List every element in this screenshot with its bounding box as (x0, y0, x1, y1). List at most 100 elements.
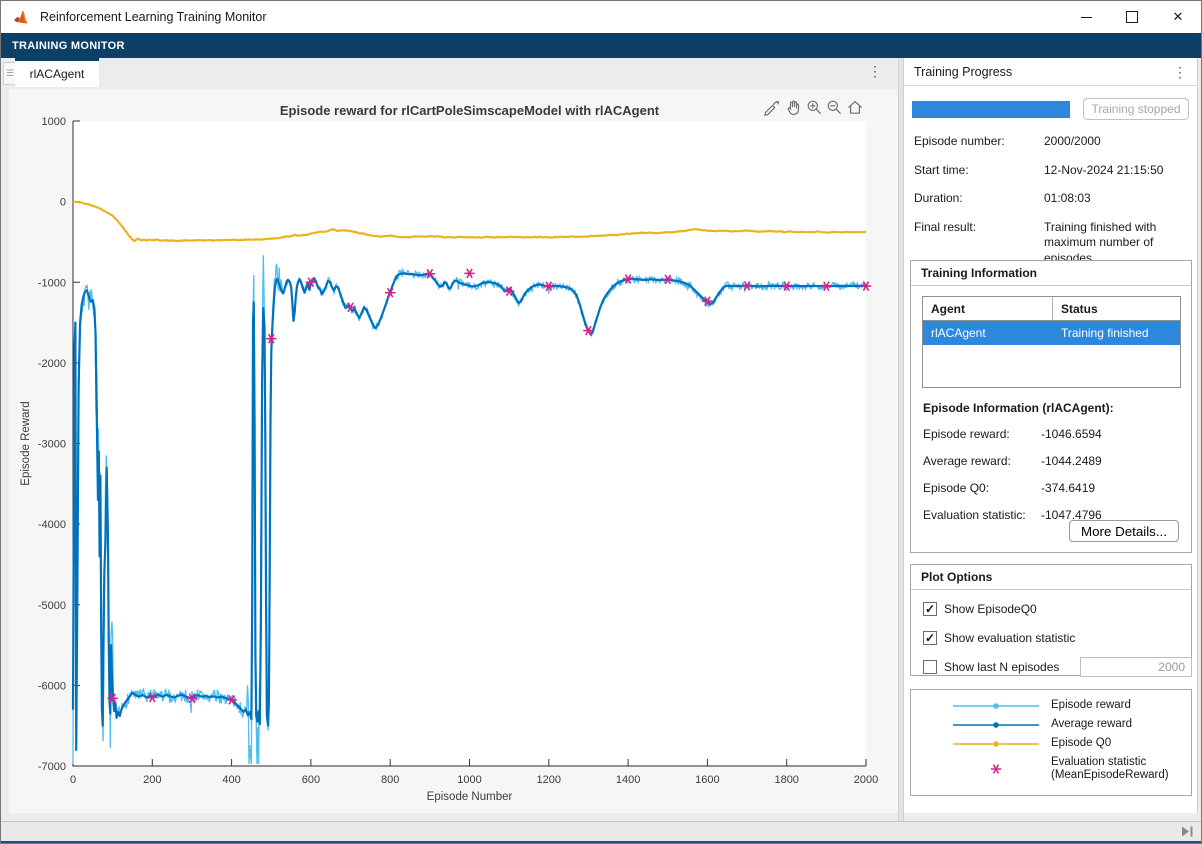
field-row: Episode number: 2000/2000 (914, 134, 1187, 150)
episode-q0-legend-marker (951, 737, 1043, 751)
y-axis-label: Episode Reward (20, 401, 32, 485)
field-value: 01:08:03 (1044, 191, 1187, 207)
show-episodeq0-checkbox[interactable]: ✓ (923, 602, 937, 616)
y-tick-label: -4000 (38, 519, 66, 531)
x-tick-label: 1400 (616, 774, 640, 786)
minimize-button[interactable] (1063, 1, 1109, 33)
field-label: Episode reward: (923, 427, 1041, 441)
x-tick-label: 1000 (457, 774, 481, 786)
progress-bar-fill (912, 101, 1070, 118)
home-icon[interactable] (849, 102, 861, 114)
average-reward-legend-marker (951, 718, 1043, 732)
episode-information-title: Episode Information (rlACAgent): (923, 401, 1114, 415)
legend-item: Episode Q0 (951, 737, 1191, 751)
field-label: Episode number: (914, 134, 1044, 150)
title-bar: Reinforcement Learning Training Monitor … (1, 1, 1201, 33)
pan-icon[interactable] (788, 101, 798, 114)
status-bar (1, 821, 1201, 841)
n-episodes-input[interactable] (1080, 657, 1192, 677)
y-tick-label: -7000 (38, 761, 66, 773)
plot-options-box: Plot Options ✓ Show EpisodeQ0 ✓ Show eva… (910, 564, 1192, 676)
maximize-button[interactable] (1109, 1, 1155, 33)
x-tick-label: 800 (381, 774, 399, 786)
show-last-n-episodes-checkbox[interactable] (923, 660, 937, 674)
option-row: ✓ Show EpisodeQ0 (923, 599, 1191, 619)
panel-header: Training Progress ⋮ (904, 58, 1197, 86)
minimize-icon (1081, 17, 1092, 18)
tab-rlacagent[interactable]: rlACAgent (15, 58, 99, 87)
y-tick-label: -2000 (38, 358, 66, 370)
x-tick-label: 0 (70, 774, 76, 786)
progress-bar (912, 101, 1070, 118)
legend-item: Episode reward (951, 699, 1191, 713)
y-tick-label: 0 (60, 197, 66, 209)
field-value: 12-Nov-2024 21:15:50 (1044, 163, 1187, 179)
field-label: Episode Q0: (923, 481, 1041, 495)
collapse-panel-icon[interactable] (1182, 826, 1194, 837)
x-tick-label: 600 (302, 774, 320, 786)
chart-title: Episode reward for rlCartPoleSimscapeMod… (280, 103, 660, 118)
agent-status-table: Agent Status rlACAgent Training finished (922, 296, 1181, 388)
x-tick-label: 2000 (854, 774, 878, 786)
window-title: Reinforcement Learning Training Monitor (40, 10, 267, 24)
x-tick-label: 200 (143, 774, 161, 786)
episode-reward-legend-marker (951, 699, 1043, 713)
close-button[interactable]: ✕ (1155, 1, 1201, 33)
option-label: Show evaluation statistic (944, 631, 1075, 645)
option-row: ✓ Show evaluation statistic (923, 628, 1191, 648)
close-icon: ✕ (1173, 9, 1184, 25)
plot-area (73, 121, 866, 766)
show-evaluation-statistic-checkbox[interactable]: ✓ (923, 631, 937, 645)
panel-options-menu-icon[interactable]: ⋮ (1173, 65, 1187, 79)
training-information-box: Training Information Agent Status rlACAg… (910, 260, 1192, 553)
x-tick-label: 1600 (695, 774, 719, 786)
table-row[interactable]: rlACAgent Training finished (923, 321, 1180, 345)
plot-options-title: Plot Options (911, 565, 1191, 590)
evaluation-statistic-legend-marker (951, 762, 1043, 776)
training-stopped-button[interactable]: Training stopped (1083, 98, 1189, 120)
toolstrip-tab-training-monitor[interactable]: TRAINING MONITOR (1, 40, 136, 52)
field-row: Episode Q0: -374.6419 (923, 481, 1179, 495)
legend-label-line1: Evaluation statistic (1051, 756, 1146, 768)
field-value: -374.6419 (1041, 481, 1095, 495)
field-row: Duration: 01:08:03 (914, 191, 1187, 207)
option-label: Show last N episodes (944, 660, 1059, 674)
cell-agent: rlACAgent (923, 321, 1053, 345)
y-tick-label: -6000 (38, 680, 66, 692)
training-progress-panel: Training Progress ⋮ Training stopped Epi… (904, 58, 1198, 813)
field-row: Start time: 12-Nov-2024 21:15:50 (914, 163, 1187, 179)
more-details-button[interactable]: More Details... (1069, 520, 1179, 542)
y-tick-label: -3000 (38, 439, 66, 451)
legend-label: Evaluation statistic (MeanEpisodeReward) (1051, 756, 1169, 782)
field-label: Start time: (914, 163, 1044, 179)
field-label: Average reward: (923, 454, 1041, 468)
training-chart: -7000-6000-5000-4000-3000-2000-100001000… (9, 89, 898, 813)
maximize-icon (1126, 11, 1138, 23)
tab-options-menu-icon[interactable]: ⋮ (868, 64, 882, 78)
app-window: Reinforcement Learning Training Monitor … (0, 0, 1202, 844)
zoom-in-icon[interactable] (808, 101, 820, 113)
progress-row: Training stopped (912, 98, 1189, 120)
legend-item: Average reward (951, 718, 1191, 732)
panel-title: Training Progress (914, 65, 1012, 79)
matlab-logo-icon (13, 9, 31, 25)
x-tick-label: 400 (222, 774, 240, 786)
field-value: 2000/2000 (1044, 134, 1187, 150)
x-tick-label: 1800 (774, 774, 798, 786)
field-row: Episode reward: -1046.6594 (923, 427, 1179, 441)
legend-box: Episode reward Average reward Episode Q0… (910, 689, 1192, 796)
zoom-out-icon[interactable] (828, 101, 840, 113)
export-icon[interactable] (765, 102, 779, 116)
table-header-row: Agent Status (923, 297, 1180, 321)
document-tab-bar: ☰ rlACAgent ⋮ (1, 58, 898, 87)
cell-status: Training finished (1053, 321, 1180, 345)
field-label: Evaluation statistic: (923, 508, 1041, 522)
legend-label: Episode reward (1051, 699, 1131, 712)
field-value: -1046.6594 (1041, 427, 1102, 441)
column-header-agent: Agent (923, 297, 1053, 320)
field-label: Duration: (914, 191, 1044, 207)
axes-toolbar (765, 101, 861, 115)
option-label: Show EpisodeQ0 (944, 602, 1037, 616)
toolstrip: TRAINING MONITOR (1, 33, 1201, 58)
legend-item: Evaluation statistic (MeanEpisodeReward) (951, 756, 1191, 782)
